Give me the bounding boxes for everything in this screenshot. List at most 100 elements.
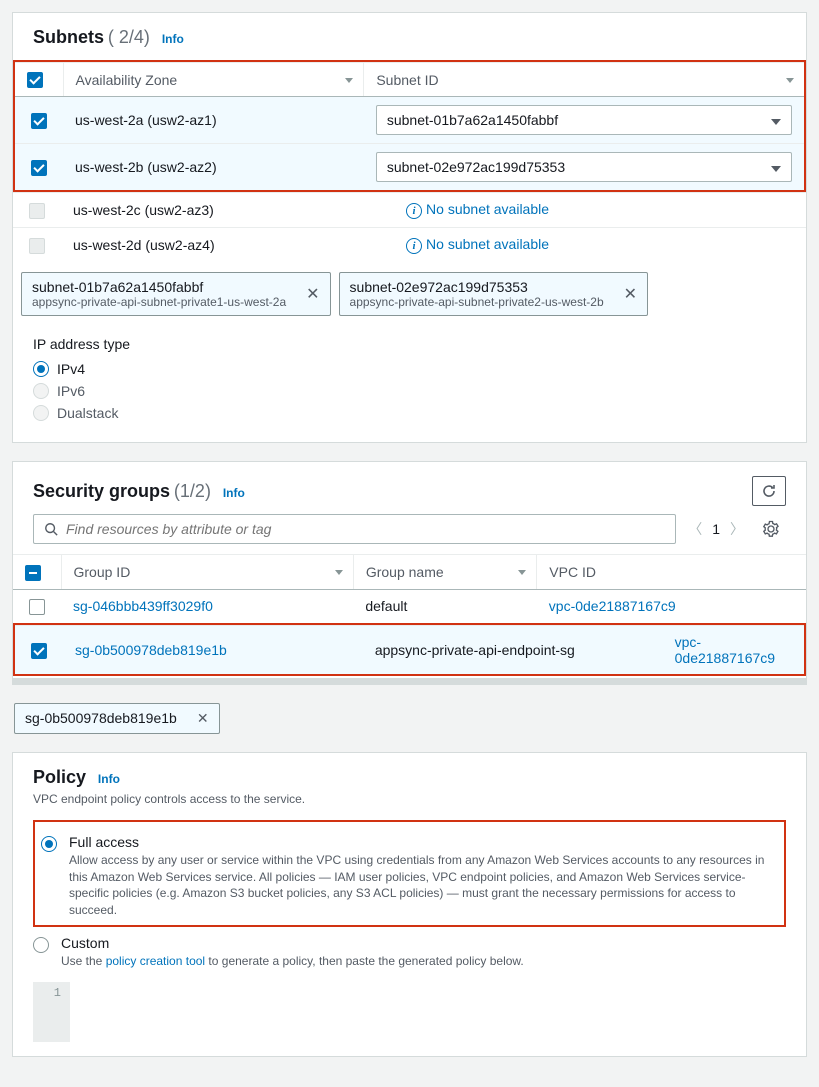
radio-button (33, 405, 49, 421)
code-area[interactable] (69, 982, 786, 1042)
chevron-down-icon (771, 112, 781, 128)
policy-code-editor[interactable]: 1 (33, 982, 786, 1042)
no-subnet-text: No subnet available (426, 201, 549, 217)
search-input-wrapper[interactable] (33, 514, 676, 544)
ip-option-ipv6: IPv6 (33, 380, 786, 402)
select-all-checkbox[interactable] (25, 565, 41, 581)
ip-option-ipv4[interactable]: IPv4 (33, 358, 786, 380)
chevron-down-icon (771, 159, 781, 175)
policy-option-full[interactable]: Full access Allow access by any user or … (41, 826, 778, 921)
settings-button[interactable] (756, 514, 786, 544)
subnet-tag: subnet-02e972ac199d75353 appsync-private… (339, 272, 649, 316)
policy-subtitle: VPC endpoint policy controls access to t… (13, 792, 806, 820)
policy-tool-link[interactable]: policy creation tool (106, 954, 205, 968)
radio-button[interactable] (41, 836, 57, 852)
col-group-id[interactable]: Group ID (61, 555, 353, 589)
az-cell: us-west-2b (usw2-az2) (63, 144, 364, 191)
az-cell: us-west-2c (usw2-az3) (61, 193, 394, 228)
tag-id: subnet-01b7a62a1450fabbf (32, 279, 286, 295)
table-row[interactable]: sg-046bbb439ff3029f0 default vpc-0de2188… (13, 589, 806, 623)
subnets-info-link[interactable]: Info (162, 32, 184, 46)
subnets-count: ( 2/4) (108, 27, 150, 47)
option-label: Custom (61, 935, 524, 951)
selected-sg-tag: sg-0b500978deb819e1b ✕ (14, 703, 220, 734)
security-groups-panel: Security groups (1/2) Info 〈 1 〉 Group (12, 461, 807, 685)
policy-info-link[interactable]: Info (98, 772, 120, 786)
row-checkbox[interactable] (31, 113, 47, 129)
group-name-cell: appsync-private-api-endpoint-sg (363, 625, 663, 674)
selected-subnet-tags: subnet-01b7a62a1450fabbf appsync-private… (13, 262, 806, 326)
info-icon: i (406, 203, 422, 219)
policy-body: Full access Allow access by any user or … (13, 820, 806, 1056)
subnets-header: Subnets ( 2/4) Info (13, 13, 806, 60)
subnets-table-rest: us-west-2c (usw2-az3) iNo subnet availab… (13, 192, 806, 262)
remove-tag-button[interactable]: ✕ (614, 273, 647, 315)
row-checkbox[interactable] (29, 599, 45, 615)
sg-highlight-box: sg-0b500978deb819e1b appsync-private-api… (13, 623, 806, 676)
group-id-link[interactable]: sg-0b500978deb819e1b (75, 642, 227, 658)
az-cell: us-west-2a (usw2-az1) (63, 97, 364, 144)
row-checkbox[interactable] (31, 160, 47, 176)
sg-toolbar: 〈 1 〉 (13, 514, 806, 554)
refresh-button[interactable] (752, 476, 786, 506)
gear-icon (762, 520, 780, 538)
table-row[interactable]: us-west-2a (usw2-az1) subnet-01b7a62a145… (15, 97, 804, 144)
policy-highlight-box: Full access Allow access by any user or … (33, 820, 786, 927)
col-vpc-id[interactable]: VPC ID (537, 555, 806, 589)
info-icon: i (406, 238, 422, 254)
table-row[interactable]: sg-0b500978deb819e1b appsync-private-api… (15, 625, 804, 674)
radio-button[interactable] (33, 937, 49, 953)
no-subnet-text: No subnet available (426, 236, 549, 252)
sg-count: (1/2) (174, 481, 211, 501)
policy-header: Policy Info (13, 753, 806, 792)
table-row[interactable]: us-west-2c (usw2-az3) iNo subnet availab… (13, 193, 806, 228)
remove-tag-button[interactable]: ✕ (296, 273, 329, 315)
tag-id: sg-0b500978deb819e1b (15, 704, 187, 733)
ip-type-block: IP address type IPv4 IPv6 Dualstack (13, 326, 806, 442)
col-group-name[interactable]: Group name (353, 555, 536, 589)
radio-button (33, 383, 49, 399)
vpc-id-link[interactable]: vpc-0de21887167c9 (675, 634, 775, 666)
policy-title: Policy (33, 767, 86, 787)
policy-panel: Policy Info VPC endpoint policy controls… (12, 752, 807, 1057)
table-row[interactable]: us-west-2b (usw2-az2) subnet-02e972ac199… (15, 144, 804, 191)
radio-button[interactable] (33, 361, 49, 377)
next-page-button[interactable]: 〉 (730, 519, 744, 539)
sort-icon[interactable] (345, 74, 353, 86)
row-checkbox (29, 203, 45, 219)
col-az[interactable]: Availability Zone (63, 63, 364, 97)
vpc-id-link[interactable]: vpc-0de21887167c9 (549, 598, 676, 614)
subnets-table: Availability Zone Subnet ID us-west-2a (… (15, 62, 804, 190)
group-id-link[interactable]: sg-046bbb439ff3029f0 (73, 598, 213, 614)
search-input[interactable] (66, 521, 665, 537)
row-checkbox[interactable] (31, 643, 47, 659)
col-subnet-id[interactable]: Subnet ID (364, 63, 804, 97)
subnets-title: Subnets (33, 27, 104, 47)
prev-page-button[interactable]: 〈 (688, 519, 702, 539)
page-number: 1 (712, 521, 720, 537)
ip-option-dualstack: Dualstack (33, 402, 786, 424)
subnet-select[interactable]: subnet-02e972ac199d75353 (376, 152, 792, 182)
policy-option-custom[interactable]: Custom Use the policy creation tool to g… (33, 927, 786, 972)
ip-type-label: IP address type (33, 336, 786, 352)
group-name-cell: default (353, 589, 536, 623)
scrollbar[interactable] (13, 678, 806, 684)
refresh-icon (761, 483, 777, 499)
sort-icon[interactable] (786, 74, 794, 86)
table-row[interactable]: us-west-2d (usw2-az4) iNo subnet availab… (13, 228, 806, 263)
sg-info-link[interactable]: Info (223, 486, 245, 500)
subnets-highlight-box: Availability Zone Subnet ID us-west-2a (… (13, 60, 806, 192)
line-number: 1 (33, 982, 69, 1042)
tag-desc: appsync-private-api-subnet-private2-us-w… (350, 295, 604, 309)
tag-id: subnet-02e972ac199d75353 (350, 279, 604, 295)
subnet-select[interactable]: subnet-01b7a62a1450fabbf (376, 105, 792, 135)
sg-header: Security groups (1/2) Info (13, 462, 806, 514)
sg-table: Group ID Group name VPC ID sg-046bbb439f… (13, 554, 806, 623)
sort-icon[interactable] (335, 566, 343, 578)
sort-icon[interactable] (518, 566, 526, 578)
remove-tag-button[interactable]: ✕ (187, 704, 219, 733)
sg-title: Security groups (33, 481, 170, 501)
az-cell: us-west-2d (usw2-az4) (61, 228, 394, 263)
option-desc: Use the policy creation tool to generate… (61, 953, 524, 970)
select-all-checkbox[interactable] (27, 72, 43, 88)
